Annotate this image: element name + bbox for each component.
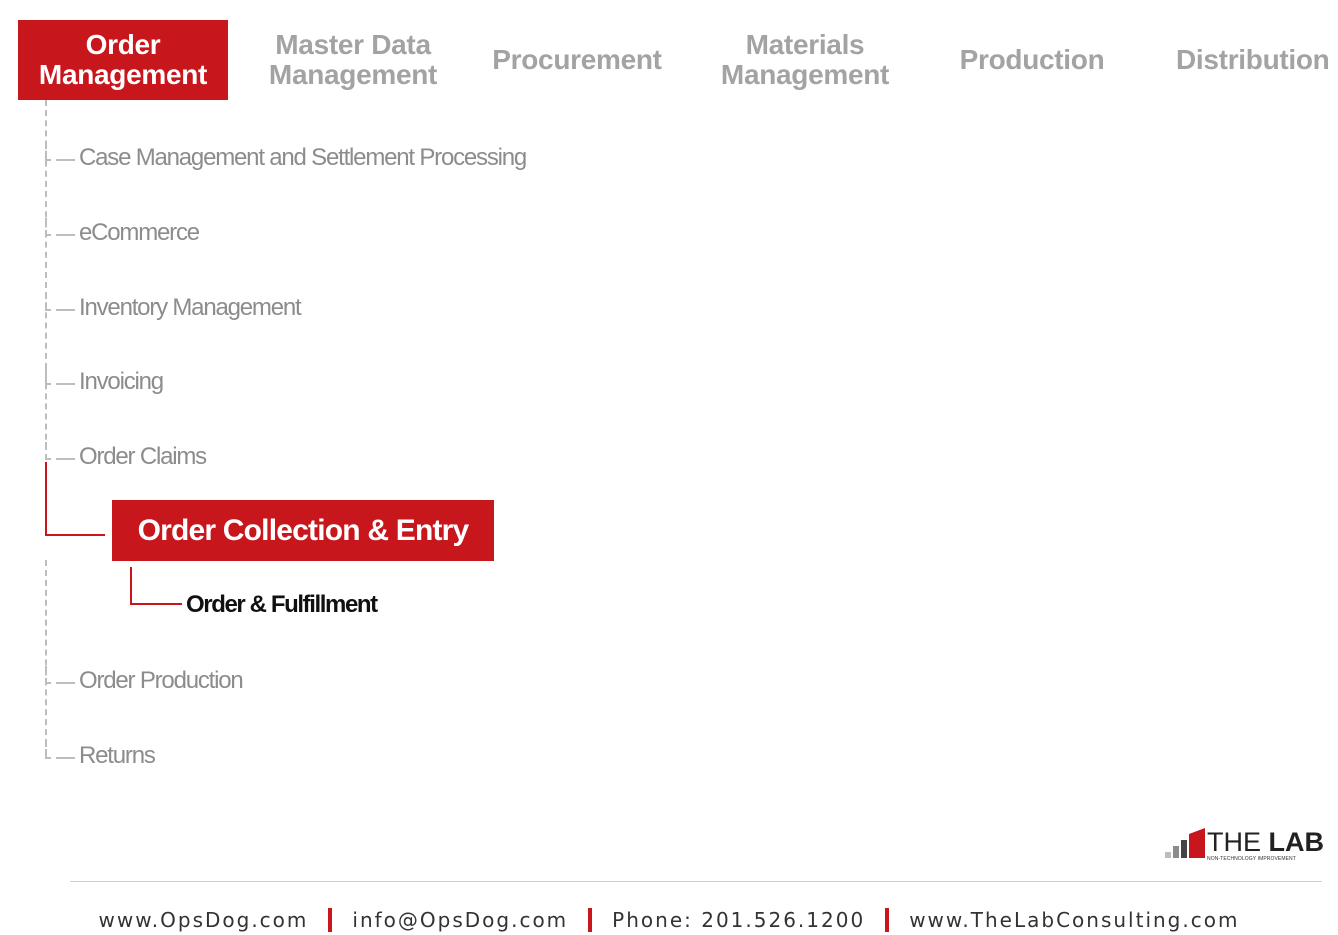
tab-label: Materials Management [720,29,890,90]
logo-tagline: NON-TECHNOLOGY IMPROVEMENT [1207,856,1296,862]
tree-item-returns[interactable]: Returns [79,741,156,771]
tab-distribution[interactable]: Distribution [1160,20,1338,100]
tree-trunk-lower [45,560,47,755]
footer-email-link[interactable]: info@OpsDog.com [352,908,568,932]
tree-subitem-order-fulfillment[interactable]: Order & Fulfillment [186,590,378,620]
tree-branch [45,293,75,311]
tree-branch [45,218,75,236]
tab-procurement[interactable]: Procurement [476,20,678,100]
tree-item-order-production[interactable]: Order Production [79,666,244,696]
tree-branch [45,143,75,161]
tree-item-inventory-management[interactable]: Inventory Management [79,293,302,323]
bar-chart-icon [1165,828,1205,858]
tree-item-ecommerce[interactable]: eCommerce [79,218,200,248]
tree-item-order-claims[interactable]: Order Claims [79,442,207,472]
selected-path-horizontal [45,534,105,536]
tab-master-data-management[interactable]: Master Data Management [248,20,458,100]
tab-label: Master Data Management [268,29,438,90]
tree-item-order-collection-entry[interactable]: Order Collection & Entry [112,500,494,561]
tab-label: Order Management [38,29,208,90]
tab-order-management[interactable]: Order Management [18,20,228,100]
selected-item-label: Order Collection & Entry [137,513,470,547]
footer-separator [588,908,593,932]
tree-branch [45,442,75,460]
tree-branch [45,741,75,759]
selected-path-vertical [45,462,47,536]
logo-text-bold: LAB [1268,827,1325,857]
footer-divider [70,881,1322,882]
tab-materials-management[interactable]: Materials Management [700,20,910,100]
footer-phone: Phone: 201.526.1200 [612,908,866,932]
child-path-horizontal [130,603,182,605]
footer-separator [885,908,890,932]
logo-wordmark: THE LAB [1207,828,1324,856]
footer-website-link[interactable]: www.OpsDog.com [99,908,309,932]
logo-text-light: THE [1207,827,1269,857]
tab-label: Production [959,44,1105,75]
tab-label: Procurement [492,44,662,75]
tab-production[interactable]: Production [934,20,1130,100]
tree-branch [45,666,75,684]
tree-item-case-management[interactable]: Case Management and Settlement Processin… [79,143,527,173]
tree-item-invoicing[interactable]: Invoicing [79,367,164,397]
tab-label: Distribution [1176,44,1330,75]
footer-website2-link[interactable]: www.TheLabConsulting.com [909,908,1239,932]
footer-separator [328,908,333,932]
child-path-vertical [130,567,132,605]
the-lab-logo: THE LAB NON-TECHNOLOGY IMPROVEMENT [1165,828,1325,864]
tree-branch [45,367,75,385]
